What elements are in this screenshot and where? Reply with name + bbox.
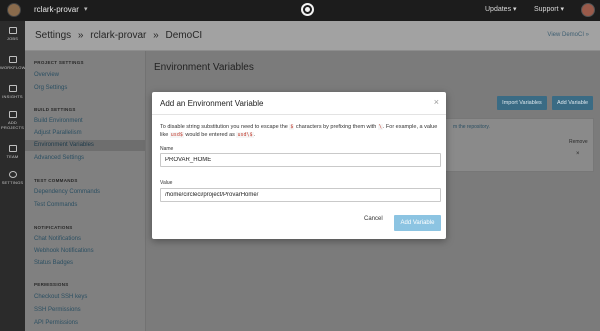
sidebar-item-ssh-permissions[interactable]: SSH Permissions (34, 307, 81, 313)
add-variable-submit-button[interactable]: Add Variable (394, 215, 441, 231)
breadcrumb-org[interactable]: rclark-provar (90, 30, 146, 41)
support-menu[interactable]: Support ▾ (534, 5, 564, 13)
nav-label: WORKFLOWS (0, 65, 29, 70)
nav-item-add-projects[interactable]: ADD PROJECTS (0, 111, 25, 130)
desc-text: To disable string substitution you need … (160, 124, 288, 130)
desc-text: . (253, 132, 256, 138)
nav-item-jobs[interactable]: JOBS (0, 27, 25, 41)
org-switcher[interactable]: rclark-provar (34, 5, 79, 14)
org-avatar[interactable] (7, 3, 21, 17)
nav-item-workflows[interactable]: WORKFLOWS (0, 56, 29, 70)
workflows-icon (8, 56, 17, 63)
updates-menu[interactable]: Updates ▾ (485, 5, 517, 13)
sidebar-item-build-environment[interactable]: Build Environment (34, 118, 83, 124)
sidebar-item-checkout-ssh-keys[interactable]: Checkout SSH keys (34, 294, 87, 300)
value-label: Value (160, 180, 173, 186)
repository-note: m the repository. (453, 124, 490, 130)
sidebar-item-overview[interactable]: Overview (34, 72, 59, 78)
page-header: Settings » rclark-provar » DemoCI View D… (25, 21, 600, 51)
code-snippet: usd$ (169, 132, 184, 138)
add-env-variable-dialog: Add an Environment Variable × To disable… (152, 92, 446, 239)
user-avatar[interactable] (581, 3, 595, 17)
nav-label: INSIGHTS (2, 94, 23, 99)
sidebar-item-status-badges[interactable]: Status Badges (34, 260, 73, 266)
sidebar-item-api-permissions[interactable]: API Permissions (34, 320, 78, 326)
name-label: Name (160, 146, 174, 152)
cancel-button[interactable]: Cancel (364, 216, 383, 222)
section-title-permissions: PERMISSIONS (34, 282, 69, 287)
value-field[interactable] (160, 188, 441, 202)
breadcrumb-separator: » (77, 30, 84, 41)
page-title: Environment Variables (154, 62, 254, 73)
desc-text: would be entered as (185, 132, 235, 138)
section-title-project-settings: PROJECT SETTINGS (34, 60, 84, 65)
jobs-icon (8, 27, 17, 34)
section-title-build-settings: BUILD SETTINGS (34, 107, 76, 112)
nav-label: ADD PROJECTS (1, 120, 24, 130)
dialog-description: To disable string substitution you need … (160, 123, 440, 139)
breadcrumb-project[interactable]: DemoCI (166, 30, 203, 41)
sidebar-item-advanced-settings[interactable]: Advanced Settings (34, 155, 84, 161)
left-nav: JOBS WORKFLOWS INSIGHTS ADD PROJECTS TEA… (0, 21, 29, 331)
section-title-notifications: NOTIFICATIONS (34, 225, 73, 230)
nav-label: SETTINGS (1, 180, 24, 185)
nav-label: TEAM (6, 154, 19, 159)
nav-item-team[interactable]: TEAM (0, 145, 25, 159)
top-bar: rclark-provar ▾ Updates ▾ Support ▾ (0, 0, 600, 21)
nav-label: JOBS (6, 36, 19, 41)
desc-text: characters by prefixing them with (295, 124, 377, 130)
sidebar-item-environment-variables[interactable]: Environment Variables (25, 140, 145, 151)
dialog-title: Add an Environment Variable (160, 99, 264, 108)
remove-variable-icon[interactable]: × (576, 151, 580, 157)
sidebar-item-org-settings[interactable]: Org Settings (34, 85, 67, 91)
nav-item-settings[interactable]: SETTINGS (0, 171, 25, 185)
settings-icon (8, 171, 17, 178)
dialog-header: Add an Environment Variable × (152, 92, 446, 115)
circleci-logo-icon[interactable] (301, 3, 314, 16)
code-snippet: $ (289, 124, 295, 130)
nav-item-insights[interactable]: INSIGHTS (0, 85, 25, 99)
breadcrumb: Settings » rclark-provar » DemoCI (35, 30, 206, 41)
add-variable-button[interactable]: Add Variable (552, 96, 593, 110)
name-field[interactable] (160, 153, 441, 167)
breadcrumb-settings[interactable]: Settings (35, 30, 71, 41)
sidebar-item-dependency-commands[interactable]: Dependency Commands (34, 189, 100, 195)
code-snippet: usd\$ (236, 132, 254, 138)
breadcrumb-separator: » (153, 30, 159, 41)
sidebar-item-test-commands[interactable]: Test Commands (34, 202, 77, 208)
settings-sidebar: PROJECT SETTINGS Overview Org Settings B… (25, 51, 146, 331)
import-variables-button[interactable]: Import Variables (497, 96, 547, 110)
sidebar-item-webhook-notifications[interactable]: Webhook Notifications (34, 248, 94, 254)
team-icon (8, 145, 17, 152)
sidebar-item-adjust-parallelism[interactable]: Adjust Parallelism (34, 130, 82, 136)
remove-column-header: Remove (569, 139, 588, 145)
chevron-down-icon[interactable]: ▾ (84, 5, 88, 13)
close-icon[interactable]: × (434, 97, 439, 107)
add-projects-icon (8, 111, 17, 118)
view-project-link[interactable]: View DemoCI » (547, 32, 589, 38)
section-title-test-commands: TEST COMMANDS (34, 178, 78, 183)
sidebar-item-chat-notifications[interactable]: Chat Notifications (34, 236, 81, 242)
insights-icon (8, 85, 17, 92)
